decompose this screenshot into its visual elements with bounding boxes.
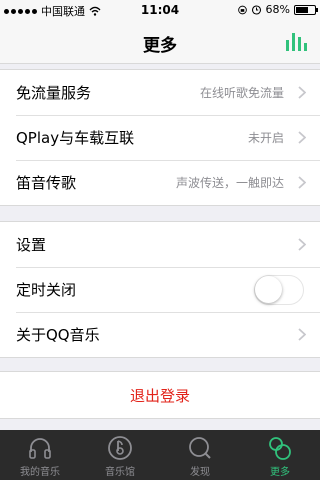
chevron-right-icon	[298, 238, 306, 251]
alarm-icon	[251, 5, 261, 15]
tab-label: 我的音乐	[20, 467, 60, 478]
music-note-icon	[108, 436, 132, 460]
nav-bar: 更多	[0, 20, 320, 64]
settings-group: 设置 定时关闭 关于QQ音乐	[0, 221, 320, 358]
menu-item-detail: 声波传送，一触即达	[175, 176, 284, 190]
sleep-timer-toggle[interactable]	[254, 274, 304, 305]
menu-item-detail: 在线听歌免流量	[199, 86, 284, 100]
chevron-right-icon	[298, 176, 306, 189]
bars-chart-icon[interactable]	[284, 30, 308, 52]
chevron-right-icon	[298, 131, 306, 144]
tab-label: 发现	[190, 467, 210, 478]
tab-more[interactable]: 更多	[240, 430, 320, 480]
battery-icon	[294, 4, 318, 15]
menu-item-about[interactable]: 关于QQ音乐	[0, 312, 320, 357]
tab-my-music[interactable]: 我的音乐	[0, 430, 80, 480]
menu-item-free-data[interactable]: 免流量服务 在线听歌免流量	[0, 70, 320, 115]
menu-item-label: 定时关闭	[16, 281, 77, 299]
menu-item-label: 免流量服务	[16, 84, 92, 102]
chevron-right-icon	[298, 86, 306, 99]
battery-percent: 68%	[265, 3, 290, 16]
menu-item-sound-transfer[interactable]: 笛音传歌 声波传送，一触即达	[0, 160, 320, 205]
menu-item-qplay[interactable]: QPlay与车载互联 未开启	[0, 115, 320, 160]
menu-item-label: 设置	[16, 236, 47, 254]
status-right: 68%	[237, 3, 318, 16]
tab-music-hall[interactable]: 音乐馆	[80, 430, 160, 480]
rotation-lock-icon	[237, 5, 247, 14]
battery-fill	[296, 6, 309, 13]
tab-label: 音乐馆	[105, 467, 135, 478]
page-title: 更多	[143, 36, 177, 56]
tab-discover[interactable]: 发现	[160, 430, 240, 480]
logout-label: 退出登录	[129, 386, 190, 405]
more-icon	[269, 437, 291, 460]
toggle-knob	[255, 275, 282, 303]
menu-item-label: 关于QQ音乐	[16, 326, 100, 344]
headphones-icon	[29, 438, 51, 459]
chevron-right-icon	[298, 328, 306, 341]
menu-item-label: 笛音传歌	[16, 174, 77, 192]
logout-button[interactable]: 退出登录	[0, 371, 320, 419]
service-group: 免流量服务 在线听歌免流量 QPlay与车载互联 未开启 笛音传歌 声波传送，一…	[0, 69, 320, 206]
menu-item-detail: 未开启	[247, 131, 284, 145]
tab-label: 更多	[270, 467, 290, 478]
discover-icon	[189, 437, 211, 459]
status-bar: 中国联通 11:04 68%	[0, 0, 320, 20]
tab-bar: 我的音乐 音乐馆 发现 更多	[0, 430, 320, 480]
menu-item-sleep-timer: 定时关闭	[0, 267, 320, 312]
menu-item-settings[interactable]: 设置	[0, 222, 320, 267]
menu-item-label: QPlay与车载互联	[16, 129, 135, 147]
